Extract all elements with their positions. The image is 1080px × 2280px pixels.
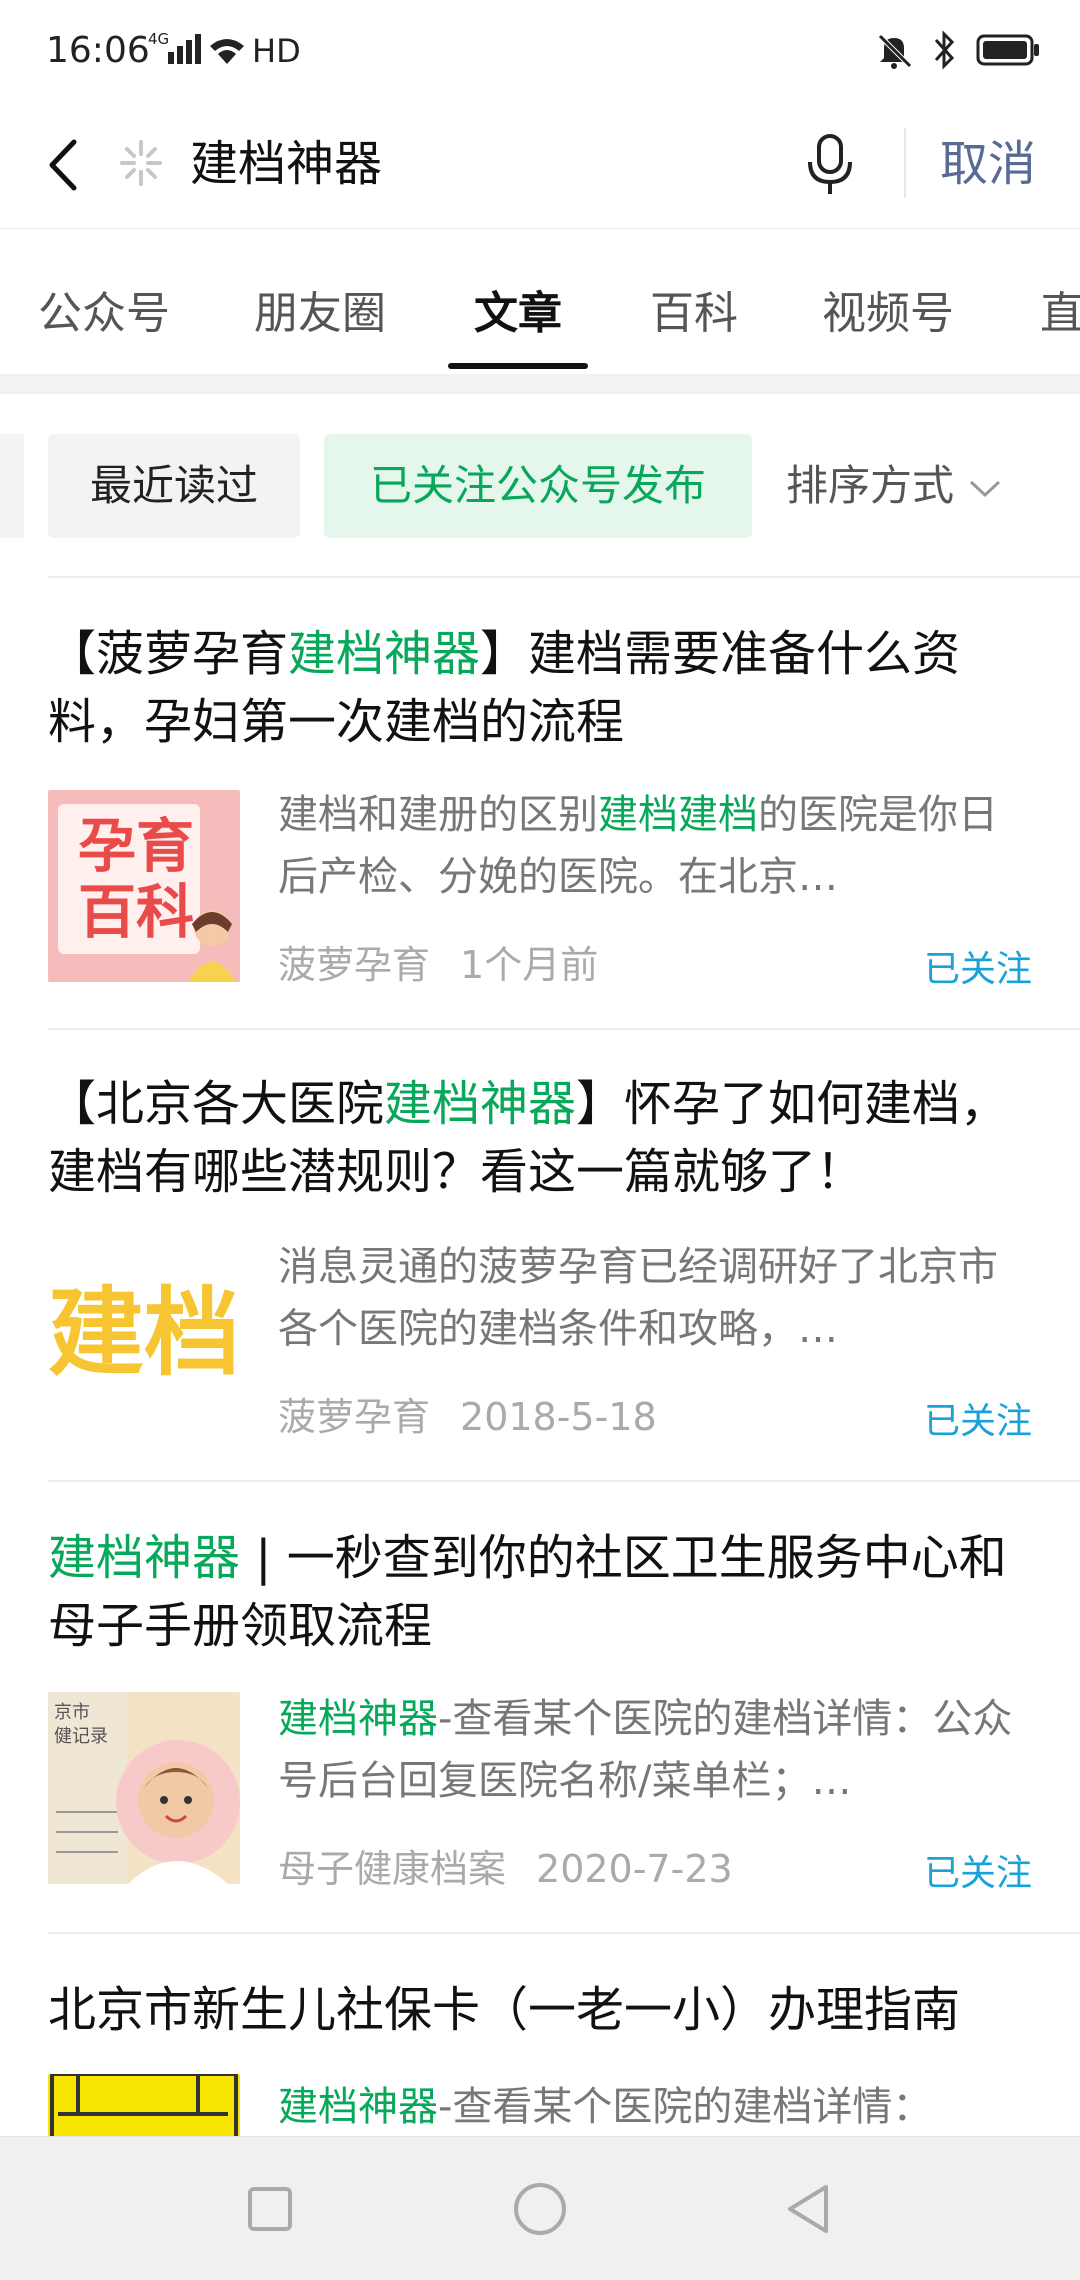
system-navigation-bar [0,2136,1080,2280]
article-thumbnail: 京市 健记录 [48,1692,240,1884]
article-source: 菠萝孕育 [278,1395,431,1439]
article-title[interactable]: 北京市新生儿社保卡（一老一小）办理指南 [48,1976,1038,2044]
tab-moments[interactable]: 朋友圈 [254,277,386,341]
article-meta: 母子健康档案 2020-7-23 [278,1838,733,1893]
chevron-left-icon [49,139,77,191]
circle-icon [514,2183,566,2235]
tab-encyclopedia[interactable]: 百科 [650,277,738,341]
bluetooth-icon [932,30,958,74]
article-source: 母子健康档案 [278,1847,507,1891]
search-separator [904,128,906,198]
article-result[interactable]: 【菠萝孕育建档神器】建档需要准备什么资料，孕妇第一次建档的流程 孕育 百科 建档… [0,578,1080,1028]
status-bar: 16:06 4G HD [0,0,1080,110]
article-summary: 消息灵通的菠萝孕育已经调研好了北京市各个医院的建档条件和攻略，… [278,1244,998,1352]
battery-icon [976,32,1040,72]
filter-followed-accounts[interactable]: 已关注公众号发布 [324,434,752,538]
microphone-icon [808,134,852,194]
search-input[interactable]: 建档神器 [190,128,382,200]
signal-icon: 4G [148,28,244,72]
article-summary: 建档和建册的区别建档建档的医院是你日后产检、分娩的医院。在北京… [278,792,998,900]
article-meta: 菠萝孕育 1个月前 [278,934,598,989]
chevron-down-icon [969,480,1001,497]
section-gap [0,374,1080,394]
triangle-back-icon [788,2185,828,2233]
tab-official-accounts[interactable]: 公众号 [38,277,170,341]
back-button[interactable] [36,130,96,200]
tab-live[interactable]: 直 [1040,277,1080,341]
active-tab-indicator [448,363,588,369]
article-title[interactable]: 【菠萝孕育建档神器】建档需要准备什么资料，孕妇第一次建档的流程 [48,620,1038,756]
hd-label: HD [252,32,301,70]
article-result[interactable]: 北京市新生儿社保卡（一老一小）办理指南 建档神器-查看某个医院的建档详情： [0,1934,1080,2136]
search-bar: 建档神器 取消 [0,110,1080,228]
followed-badge: 已关注 [923,1853,1032,1894]
article-summary: 建档神器-查看某个医院的建档详情： [278,2084,933,2130]
article-title[interactable]: 【北京各大医院建档神器】怀孕了如何建档，建档有哪些潜规则？看这一篇就够了！ [48,1070,1038,1206]
followed-badge: 已关注 [923,1401,1032,1442]
square-icon [248,2187,292,2231]
filter-chip-partial[interactable] [0,434,24,538]
article-thumbnail: 孕育 百科 [48,790,240,982]
filter-recently-read[interactable]: 最近读过 [48,434,300,538]
article-summary: 建档神器-查看某个医院的建档详情：公众号后台回复医院名称/菜单栏；… [278,1696,1013,1804]
tab-channels[interactable]: 视频号 [822,277,954,341]
network-type: 4G [148,30,169,48]
article-date: 2020-7-23 [536,1847,733,1891]
tab-articles[interactable]: 文章 [474,277,562,341]
status-time: 16:06 [46,30,150,71]
article-result[interactable]: 建档神器 | 一秒查到你的社区卫生服务中心和母子手册领取流程 京市 健记录 建档… [0,1482,1080,1932]
recents-button[interactable] [240,2179,300,2239]
followed-badge: 已关注 [923,949,1032,990]
mute-icon [874,30,914,74]
article-date: 2018-5-18 [460,1395,657,1439]
article-meta: 菠萝孕育 2018-5-18 [278,1386,657,1441]
filter-bar: 最近读过 已关注公众号发布 排序方式 [0,394,1080,570]
home-button[interactable] [510,2179,570,2239]
sort-label: 排序方式 [786,461,955,510]
search-category-tabs: 公众号 朋友圈 文章 百科 视频号 直 [0,228,1080,374]
microphone-button[interactable] [802,128,858,200]
loading-icon [114,136,168,190]
back-nav-button[interactable] [780,2179,840,2239]
sort-dropdown[interactable]: 排序方式 [784,434,1054,538]
article-title[interactable]: 建档神器 | 一秒查到你的社区卫生服务中心和母子手册领取流程 [48,1524,1038,1660]
article-thumbnail [48,2074,240,2136]
cancel-button[interactable]: 取消 [940,128,1036,200]
article-date: 1个月前 [460,943,599,987]
article-thumbnail: 建档 [48,1242,240,1434]
article-source: 菠萝孕育 [278,943,431,987]
article-result[interactable]: 【北京各大医院建档神器】怀孕了如何建档，建档有哪些潜规则？看这一篇就够了！ 建档… [0,1030,1080,1480]
